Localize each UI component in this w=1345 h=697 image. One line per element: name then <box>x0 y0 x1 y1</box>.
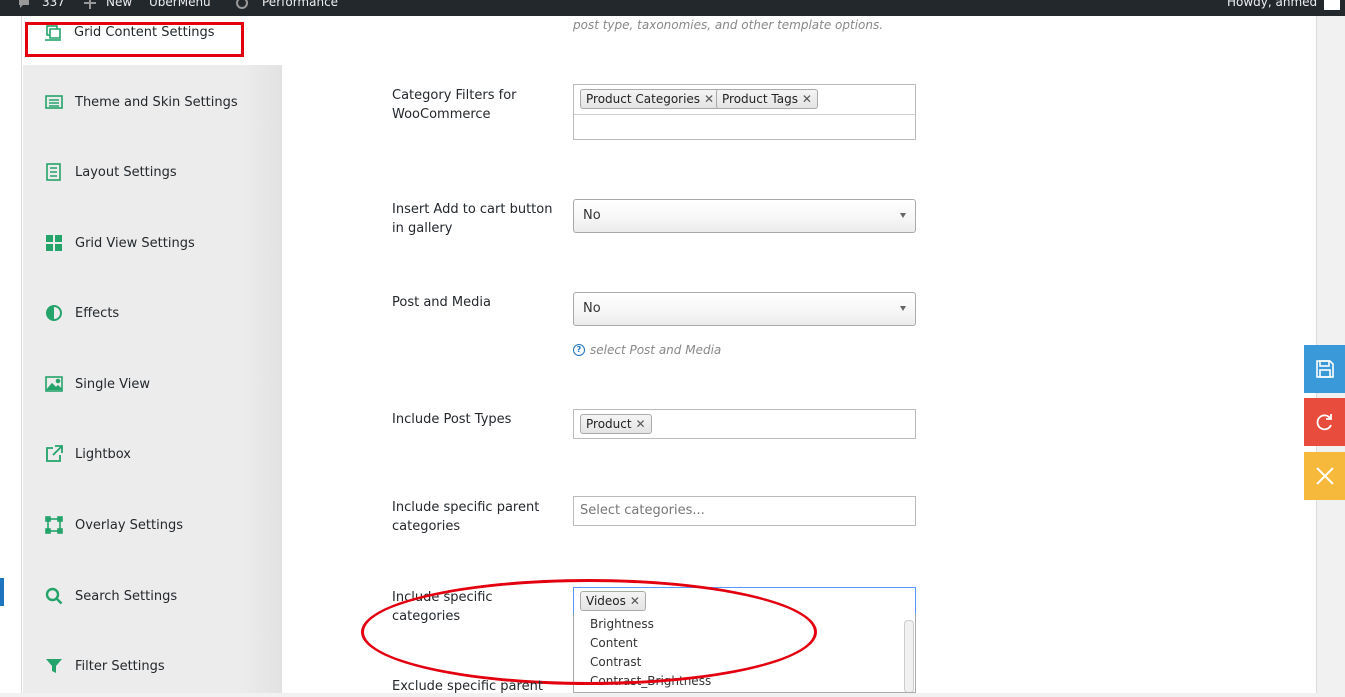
input-placeholder: Select categories... <box>580 503 705 518</box>
tab-search-settings[interactable]: Search Settings <box>45 584 177 608</box>
dropdown-option[interactable]: Contrast_Brightness <box>590 674 711 688</box>
chevron-down-icon <box>900 213 906 218</box>
dropdown-option[interactable]: Contrast <box>590 655 641 669</box>
tag-label: Product <box>586 417 632 431</box>
annotation-red-rectangle <box>25 22 244 57</box>
filter-icon <box>46 659 62 673</box>
tab-filter-settings[interactable]: Filter Settings <box>45 654 165 678</box>
performance-icon <box>236 0 248 9</box>
tab-label: Lightbox <box>75 446 131 462</box>
remove-tag-icon[interactable]: ✕ <box>630 592 640 610</box>
add-to-cart-select[interactable]: No <box>573 199 916 233</box>
dropdown-option[interactable]: Content <box>590 636 638 650</box>
comments-count[interactable]: 337 <box>42 0 65 9</box>
overlay-icon <box>45 516 63 534</box>
select-value: No <box>583 301 601 316</box>
tab-effects[interactable]: Effects <box>45 301 119 325</box>
search-icon <box>45 587 63 605</box>
effects-icon <box>46 305 62 321</box>
tab-layout-settings[interactable]: Layout Settings <box>45 160 177 184</box>
remove-tag-icon[interactable]: ✕ <box>704 90 714 108</box>
tab-theme-skin-settings[interactable]: Theme and Skin Settings <box>45 90 238 114</box>
post-and-media-label: Post and Media <box>392 295 491 310</box>
parent-categories-label: Include specific parent categories <box>392 500 540 534</box>
parent-categories-input[interactable]: Select categories... <box>573 496 916 526</box>
single-view-icon <box>45 376 63 392</box>
close-button[interactable] <box>1304 452 1345 500</box>
tab-label: Search Settings <box>75 588 178 604</box>
tab-single-view[interactable]: Single View <box>45 372 150 396</box>
section-description: post type, taxonomies, and other templat… <box>573 18 884 32</box>
help-text: select Post and Media <box>590 343 722 357</box>
help-icon: ? <box>573 344 585 356</box>
tag-label: Videos <box>586 594 626 608</box>
tab-label: Single View <box>75 376 150 392</box>
dropdown-option[interactable]: Brightness <box>590 617 654 631</box>
tag-chip[interactable]: Product Categories ✕ <box>580 89 721 109</box>
tag-label: Product Tags <box>722 92 798 106</box>
tag-chip[interactable]: Product ✕ <box>580 414 652 434</box>
tab-grid-view-settings[interactable]: Grid View Settings <box>45 231 195 255</box>
add-to-cart-label: Insert Add to cart button in gallery <box>392 202 553 236</box>
plus-icon <box>84 0 96 9</box>
comment-icon <box>19 0 29 8</box>
post-and-media-help: ? select Post and Media <box>573 343 721 357</box>
post-types-multiselect[interactable]: Product ✕ <box>573 409 916 439</box>
tag-chip[interactable]: Product Tags ✕ <box>716 89 818 109</box>
performance-menu[interactable]: Performance <box>262 0 338 9</box>
remove-tag-icon[interactable]: ✕ <box>636 415 646 433</box>
howdy-user[interactable]: Howdy, ahmed <box>1227 0 1317 9</box>
theme-skin-icon <box>45 95 63 109</box>
tab-label: Overlay Settings <box>75 517 183 533</box>
avatar[interactable] <box>1324 0 1340 10</box>
category-filters-label: Category Filters for WooCommerce <box>392 88 517 122</box>
close-icon <box>1315 467 1334 485</box>
post-types-label: Include Post Types <box>392 412 512 427</box>
save-icon <box>1315 360 1334 378</box>
tag-label: Product Categories <box>586 92 701 106</box>
new-menu[interactable]: New <box>106 0 132 9</box>
lightbox-icon <box>46 445 63 462</box>
reset-icon <box>1316 414 1332 431</box>
layout-icon <box>46 163 61 181</box>
chevron-down-icon <box>900 306 906 311</box>
exclude-parent-label: Exclude specific parent <box>392 679 543 694</box>
select-value: No <box>583 208 601 223</box>
tag-chip[interactable]: Videos ✕ <box>580 591 646 611</box>
tab-label: Theme and Skin Settings <box>75 94 238 110</box>
tab-label: Effects <box>75 305 120 321</box>
tab-label: Filter Settings <box>75 658 165 674</box>
categories-dropdown-list: Brightness Content Contrast Contrast_Bri… <box>573 614 916 693</box>
ubermenu-menu[interactable]: UberMenu <box>149 0 211 9</box>
input-divider <box>574 114 915 115</box>
scroll-marker <box>0 578 4 606</box>
category-filters-multiselect[interactable]: Product Categories ✕ Product Tags ✕ <box>573 84 916 140</box>
specific-categories-multiselect[interactable]: Videos ✕ <box>573 587 916 615</box>
post-and-media-select[interactable]: No <box>573 292 916 326</box>
tab-label: Layout Settings <box>75 164 177 180</box>
reset-button[interactable] <box>1304 398 1345 446</box>
grid-view-icon <box>46 235 62 251</box>
specific-categories-label: Include specific categories <box>392 590 493 624</box>
remove-tag-icon[interactable]: ✕ <box>802 90 812 108</box>
tab-lightbox[interactable]: Lightbox <box>45 442 131 466</box>
tab-overlay-settings[interactable]: Overlay Settings <box>45 513 183 537</box>
admin-bar: 337 New UberMenu Performance Howdy, ahme… <box>0 0 1345 16</box>
tab-label: Grid View Settings <box>75 235 195 251</box>
dropdown-scrollbar[interactable] <box>904 620 914 692</box>
save-button[interactable] <box>1304 345 1345 393</box>
